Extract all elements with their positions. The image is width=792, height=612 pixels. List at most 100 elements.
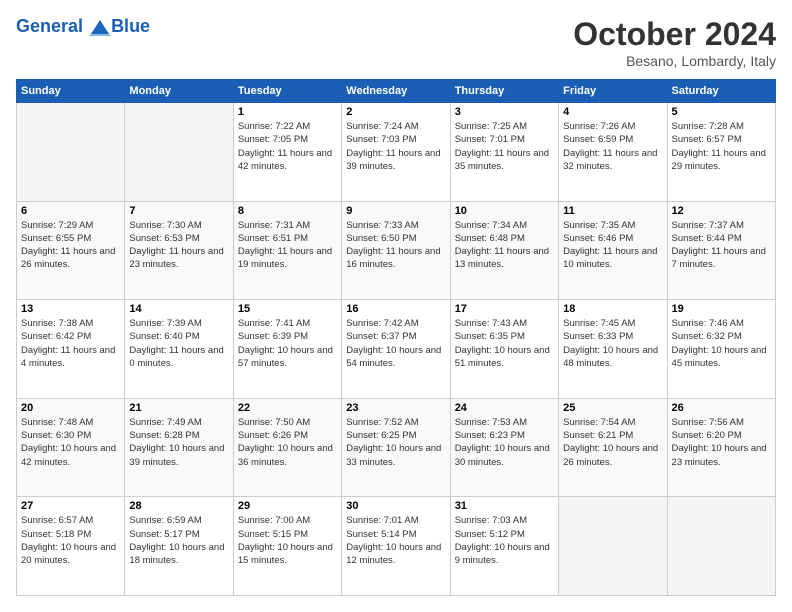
calendar-cell-w4d0: 27 Sunrise: 6:57 AM Sunset: 5:18 PM Dayli…: [17, 497, 125, 596]
calendar-cell-w3d4: 24Sunrise: 7:53 AM Sunset: 6:23 PM Dayli…: [450, 398, 558, 497]
day-info: Sunrise: 6:57 AM Sunset: 5:18 PM Dayligh…: [21, 514, 120, 567]
day-number: 18: [563, 303, 662, 315]
day-info: Sunrise: 7:54 AM Sunset: 6:21 PM Dayligh…: [563, 416, 662, 469]
day-info: Sunrise: 7:26 AM Sunset: 6:59 PM Dayligh…: [563, 120, 662, 173]
calendar-cell-w3d5: 25 Sunrise: 7:54 AM Sunset: 6:21 PM Dayli…: [559, 398, 667, 497]
day-info: Sunrise: 6:59 AM Sunset: 5:17 PM Dayligh…: [129, 514, 228, 567]
calendar-cell-w3d6: 26 Sunrise: 7:56 AM Sunset: 6:20 PM Dayli…: [667, 398, 775, 497]
day-number: 20: [21, 402, 120, 414]
day-number: 4: [563, 106, 662, 118]
day-info: Sunrise: 7:38 AM Sunset: 6:42 PM Dayligh…: [21, 317, 120, 370]
calendar-cell-w0d3: 2 Sunrise: 7:24 AM Sunset: 7:03 PM Daylig…: [342, 103, 450, 202]
day-info: Sunrise: 7:30 AM Sunset: 6:53 PM Dayligh…: [129, 219, 228, 272]
calendar-cell-w2d1: 14Sunrise: 7:39 AM Sunset: 6:40 PM Dayli…: [125, 300, 233, 399]
calendar-cell-w1d2: 8 Sunrise: 7:31 AM Sunset: 6:51 PM Daylig…: [233, 201, 341, 300]
day-number: 8: [238, 205, 337, 217]
header: General Blue October 2024 Besano, Lombar…: [16, 16, 776, 69]
day-info: Sunrise: 7:31 AM Sunset: 6:51 PM Dayligh…: [238, 219, 337, 272]
calendar-week-2: 13 Sunrise: 7:38 AM Sunset: 6:42 PM Dayli…: [17, 300, 776, 399]
logo-icon: [89, 18, 111, 36]
day-number: 9: [346, 205, 445, 217]
calendar-cell-w2d6: 19 Sunrise: 7:46 AM Sunset: 6:32 PM Dayli…: [667, 300, 775, 399]
calendar-week-0: 1Sunrise: 7:22 AM Sunset: 7:05 PM Daylig…: [17, 103, 776, 202]
day-number: 16: [346, 303, 445, 315]
day-info: Sunrise: 7:37 AM Sunset: 6:44 PM Dayligh…: [672, 219, 771, 272]
day-number: 10: [455, 205, 554, 217]
day-info: Sunrise: 7:53 AM Sunset: 6:23 PM Dayligh…: [455, 416, 554, 469]
day-number: 31: [455, 500, 554, 512]
calendar-cell-w0d1: [125, 103, 233, 202]
calendar-cell-w4d3: 30 Sunrise: 7:01 AM Sunset: 5:14 PM Dayli…: [342, 497, 450, 596]
day-number: 2: [346, 106, 445, 118]
day-number: 3: [455, 106, 554, 118]
header-friday: Friday: [559, 80, 667, 103]
day-info: Sunrise: 7:45 AM Sunset: 6:33 PM Dayligh…: [563, 317, 662, 370]
header-thursday: Thursday: [450, 80, 558, 103]
day-info: Sunrise: 7:39 AM Sunset: 6:40 PM Dayligh…: [129, 317, 228, 370]
calendar-cell-w3d0: 20Sunrise: 7:48 AM Sunset: 6:30 PM Dayli…: [17, 398, 125, 497]
day-number: 12: [672, 205, 771, 217]
calendar-cell-w0d6: 5 Sunrise: 7:28 AM Sunset: 6:57 PM Daylig…: [667, 103, 775, 202]
day-number: 23: [346, 402, 445, 414]
day-number: 28: [129, 500, 228, 512]
calendar-cell-w4d1: 28 Sunrise: 6:59 AM Sunset: 5:17 PM Dayli…: [125, 497, 233, 596]
calendar-cell-w4d4: 31 Sunrise: 7:03 AM Sunset: 5:12 PM Dayli…: [450, 497, 558, 596]
day-info: Sunrise: 7:28 AM Sunset: 6:57 PM Dayligh…: [672, 120, 771, 173]
day-info: Sunrise: 7:24 AM Sunset: 7:03 PM Dayligh…: [346, 120, 445, 173]
calendar-cell-w2d4: 17 Sunrise: 7:43 AM Sunset: 6:35 PM Dayli…: [450, 300, 558, 399]
logo-blue: Blue: [111, 16, 150, 37]
day-number: 13: [21, 303, 120, 315]
day-number: 29: [238, 500, 337, 512]
month-title: October 2024: [573, 16, 776, 53]
calendar-cell-w2d3: 16 Sunrise: 7:42 AM Sunset: 6:37 PM Dayli…: [342, 300, 450, 399]
header-tuesday: Tuesday: [233, 80, 341, 103]
calendar-cell-w1d6: 12 Sunrise: 7:37 AM Sunset: 6:44 PM Dayli…: [667, 201, 775, 300]
day-number: 17: [455, 303, 554, 315]
calendar-cell-w1d3: 9Sunrise: 7:33 AM Sunset: 6:50 PM Daylig…: [342, 201, 450, 300]
day-info: Sunrise: 7:29 AM Sunset: 6:55 PM Dayligh…: [21, 219, 120, 272]
day-number: 26: [672, 402, 771, 414]
day-info: Sunrise: 7:43 AM Sunset: 6:35 PM Dayligh…: [455, 317, 554, 370]
calendar-week-4: 27 Sunrise: 6:57 AM Sunset: 5:18 PM Dayli…: [17, 497, 776, 596]
calendar-cell-w4d5: [559, 497, 667, 596]
calendar-cell-w1d5: 11 Sunrise: 7:35 AM Sunset: 6:46 PM Dayli…: [559, 201, 667, 300]
day-number: 25: [563, 402, 662, 414]
calendar-cell-w2d5: 18 Sunrise: 7:45 AM Sunset: 6:33 PM Dayli…: [559, 300, 667, 399]
calendar-cell-w2d0: 13 Sunrise: 7:38 AM Sunset: 6:42 PM Dayli…: [17, 300, 125, 399]
day-info: Sunrise: 7:35 AM Sunset: 6:46 PM Dayligh…: [563, 219, 662, 272]
day-number: 11: [563, 205, 662, 217]
calendar-cell-w3d2: 22Sunrise: 7:50 AM Sunset: 6:26 PM Dayli…: [233, 398, 341, 497]
calendar-cell-w1d1: 7 Sunrise: 7:30 AM Sunset: 6:53 PM Daylig…: [125, 201, 233, 300]
calendar-cell-w0d2: 1Sunrise: 7:22 AM Sunset: 7:05 PM Daylig…: [233, 103, 341, 202]
header-saturday: Saturday: [667, 80, 775, 103]
calendar-table: Sunday Monday Tuesday Wednesday Thursday…: [16, 79, 776, 596]
day-number: 30: [346, 500, 445, 512]
day-info: Sunrise: 7:03 AM Sunset: 5:12 PM Dayligh…: [455, 514, 554, 567]
calendar-week-3: 20Sunrise: 7:48 AM Sunset: 6:30 PM Dayli…: [17, 398, 776, 497]
day-number: 5: [672, 106, 771, 118]
day-number: 19: [672, 303, 771, 315]
calendar-cell-w2d2: 15 Sunrise: 7:41 AM Sunset: 6:39 PM Dayli…: [233, 300, 341, 399]
day-info: Sunrise: 7:41 AM Sunset: 6:39 PM Dayligh…: [238, 317, 337, 370]
day-number: 6: [21, 205, 120, 217]
day-info: Sunrise: 7:01 AM Sunset: 5:14 PM Dayligh…: [346, 514, 445, 567]
logo-general: General: [16, 16, 83, 36]
page: General Blue October 2024 Besano, Lombar…: [0, 0, 792, 612]
day-info: Sunrise: 7:52 AM Sunset: 6:25 PM Dayligh…: [346, 416, 445, 469]
day-number: 21: [129, 402, 228, 414]
day-info: Sunrise: 7:56 AM Sunset: 6:20 PM Dayligh…: [672, 416, 771, 469]
day-info: Sunrise: 7:25 AM Sunset: 7:01 PM Dayligh…: [455, 120, 554, 173]
day-info: Sunrise: 7:00 AM Sunset: 5:15 PM Dayligh…: [238, 514, 337, 567]
day-info: Sunrise: 7:46 AM Sunset: 6:32 PM Dayligh…: [672, 317, 771, 370]
logo: General Blue: [16, 16, 150, 37]
calendar-cell-w1d0: 6 Sunrise: 7:29 AM Sunset: 6:55 PM Daylig…: [17, 201, 125, 300]
day-info: Sunrise: 7:42 AM Sunset: 6:37 PM Dayligh…: [346, 317, 445, 370]
calendar-cell-w1d4: 10Sunrise: 7:34 AM Sunset: 6:48 PM Dayli…: [450, 201, 558, 300]
calendar-cell-w0d0: [17, 103, 125, 202]
day-number: 15: [238, 303, 337, 315]
calendar-cell-w0d5: 4 Sunrise: 7:26 AM Sunset: 6:59 PM Daylig…: [559, 103, 667, 202]
day-number: 27: [21, 500, 120, 512]
calendar-week-1: 6 Sunrise: 7:29 AM Sunset: 6:55 PM Daylig…: [17, 201, 776, 300]
calendar-cell-w4d2: 29 Sunrise: 7:00 AM Sunset: 5:15 PM Dayli…: [233, 497, 341, 596]
day-number: 7: [129, 205, 228, 217]
